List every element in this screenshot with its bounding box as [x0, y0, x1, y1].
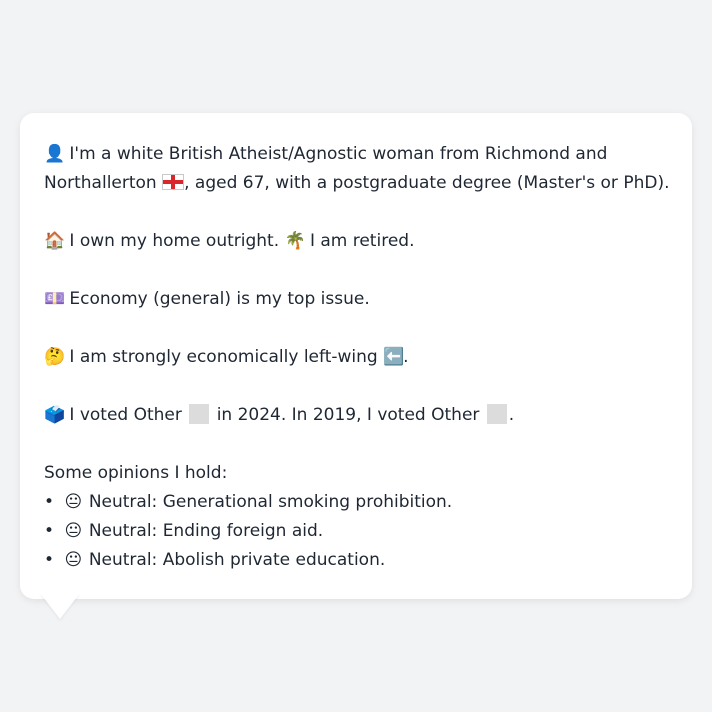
vote-end: .: [508, 405, 515, 425]
opinion-item: • 😐 Neutral: Ending foreign aid.: [44, 517, 668, 546]
issue-text: Economy (general) is my top issue.: [69, 289, 370, 309]
neutral-face-icon: 😐: [64, 521, 83, 541]
vote-line: 🗳️ I voted Other in 2024. In 2019, I vot…: [44, 401, 668, 430]
vote-text-2: in 2024. In 2019, I voted Other: [216, 405, 480, 425]
intro-details: , aged 67, with a postgraduate degree (M…: [184, 173, 670, 193]
intro-line-2: Northallerton , aged 67, with a postgrad…: [44, 169, 670, 198]
vote-text-1: I voted Other: [69, 405, 182, 425]
england-flag-icon: [162, 174, 185, 190]
intro-text: I'm a white British Atheist/Agnostic wom…: [69, 144, 608, 164]
opinion-item: • 😐 Neutral: Generational smoking prohib…: [44, 488, 668, 517]
opinion-text: Neutral: Generational smoking prohibitio…: [88, 492, 453, 512]
opinions-heading: Some opinions I hold:: [44, 463, 228, 483]
intro-line-1: 👤 I'm a white British Atheist/Agnostic w…: [44, 140, 668, 169]
left-arrow-icon: ⬅️: [383, 347, 405, 367]
thinking-face-icon: 🤔: [44, 347, 66, 367]
banknote-icon: 💷: [44, 289, 66, 309]
speech-bubble-tail: [40, 593, 80, 619]
ballot-box-icon: 🗳️: [44, 405, 66, 425]
person-icon: 👤: [44, 144, 66, 164]
neutral-face-icon: 😐: [64, 550, 83, 570]
opinion-text: Neutral: Abolish private education.: [88, 550, 386, 570]
location-text: Northallerton: [44, 173, 157, 193]
bullet: •: [44, 521, 55, 541]
economic-text: I am strongly economically left-wing: [69, 347, 378, 367]
profile-card: 👤 I'm a white British Atheist/Agnostic w…: [20, 113, 692, 599]
bullet: •: [44, 492, 55, 512]
opinion-text: Neutral: Ending foreign aid.: [88, 521, 324, 541]
economic-line: 🤔 I am strongly economically left-wing ⬅…: [44, 343, 668, 372]
neutral-face-icon: 😐: [64, 492, 83, 512]
economic-end: .: [403, 347, 409, 367]
bullet: •: [44, 550, 55, 570]
retired-text: I am retired.: [309, 231, 415, 251]
opinion-item: • 😐 Neutral: Abolish private education.: [44, 546, 668, 575]
palm-tree-icon: 🌴: [284, 231, 306, 251]
house-icon: 🏠: [44, 231, 66, 251]
issue-line: 💷 Economy (general) is my top issue.: [44, 285, 668, 314]
party-placeholder-2019: [486, 404, 507, 424]
party-placeholder-2024: [189, 404, 210, 424]
home-text: I own my home outright.: [69, 231, 280, 251]
home-line: 🏠 I own my home outright. 🌴 I am retired…: [44, 227, 668, 256]
